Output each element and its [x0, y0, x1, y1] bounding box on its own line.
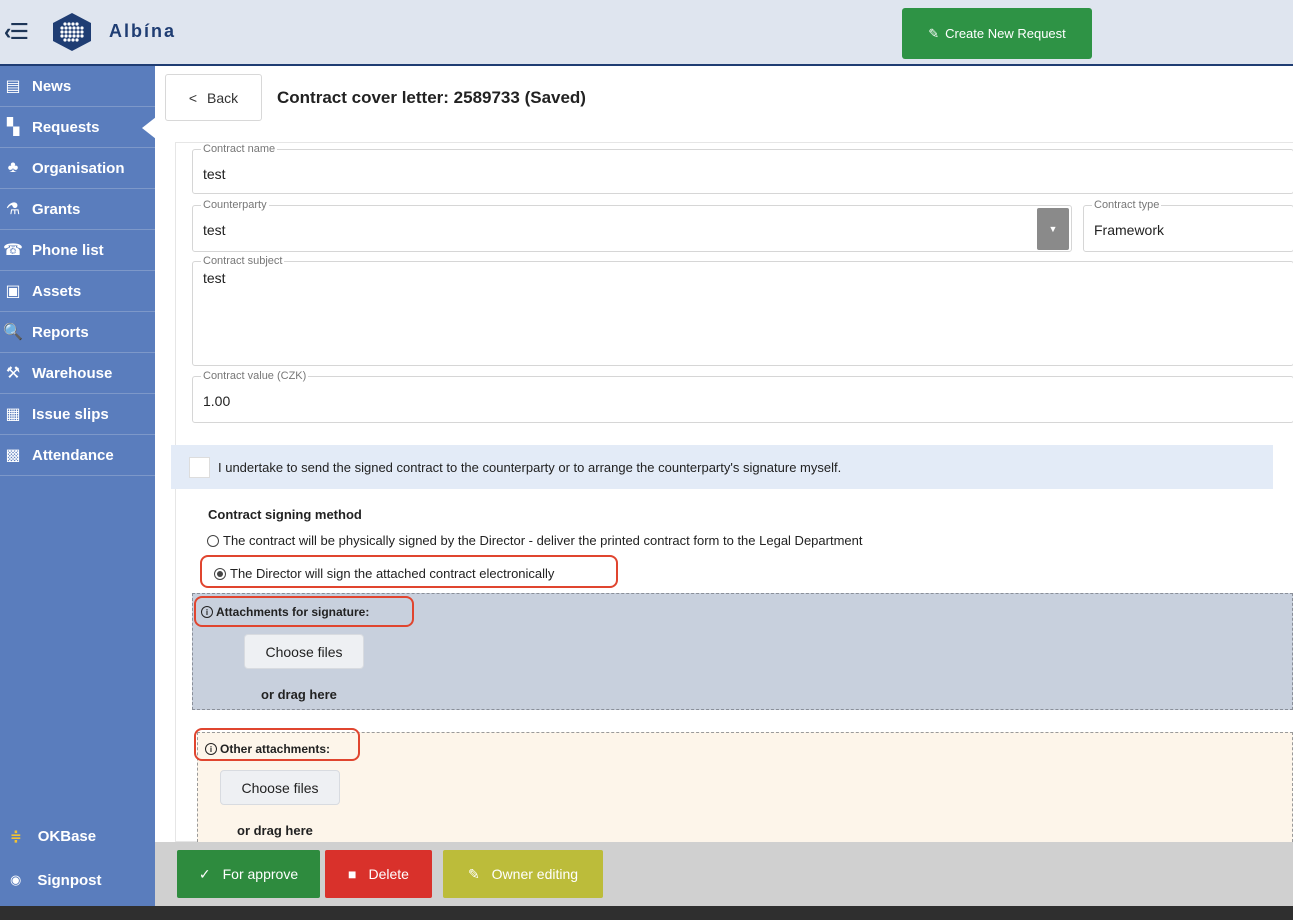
sidebar-item-warehouse[interactable]: ⚒ Warehouse	[0, 353, 155, 394]
briefcase-icon: ▣	[5, 283, 21, 300]
for-approve-label: For approve	[222, 866, 299, 882]
other-drag-hint: or drag here	[237, 823, 313, 838]
sidebar-item-news[interactable]: ▤ News	[0, 66, 155, 107]
requests-icon: ▚	[6, 119, 20, 136]
sidebar-item-label: Issue slips	[32, 405, 109, 423]
sidebar-item-label: Attendance	[32, 446, 114, 464]
sidebar-item-label: Grants	[32, 200, 81, 218]
edit-document-icon: ✎	[928, 25, 940, 41]
sidebar-item-issue-slips[interactable]: ▦ Issue slips	[0, 394, 155, 435]
sidebar-item-grants[interactable]: ⚗ Grants	[0, 189, 155, 230]
undertake-text: I undertake to send the signed contract …	[218, 459, 842, 475]
counterparty-value: test	[203, 222, 226, 238]
sitemap-icon: ♣	[7, 159, 19, 176]
sidebar-item-label: Assets	[32, 282, 82, 300]
signing-option-physical-label: The contract will be physically signed b…	[223, 533, 863, 548]
sidebar-item-signpost[interactable]: ◉ Signpost	[0, 860, 155, 900]
brand-name: Albína	[109, 21, 177, 41]
sidebar-item-label: Phone list	[32, 241, 104, 259]
sidebar-item-label: OKBase	[37, 827, 97, 845]
contract-subject-value: test	[203, 270, 226, 286]
other-attachments-dropzone[interactable]: i Other attachments: Choose files or dra…	[197, 732, 1293, 842]
globe-icon: ◉	[10, 872, 22, 887]
highlight-other-title	[194, 728, 360, 761]
back-label: Back	[207, 89, 239, 106]
main-content: < Back Contract cover letter: 2589733 (S…	[155, 66, 1293, 906]
trash-icon: ■	[348, 866, 357, 882]
phone-icon: ☎	[3, 242, 23, 259]
taskbar	[0, 906, 1293, 920]
highlight-signature-title	[194, 596, 414, 627]
contract-name-field[interactable]: Contract name test	[192, 143, 1293, 194]
sidebar-item-phone-list[interactable]: ☎ Phone list	[0, 230, 155, 271]
delete-button[interactable]: ■ Delete	[325, 850, 432, 898]
for-approve-button[interactable]: ✓ For approve	[177, 850, 320, 898]
calendar-icon: ▩	[5, 447, 21, 464]
highlight-electronic-option	[200, 555, 618, 588]
search-icon: 🔍	[3, 324, 23, 341]
collapse-menu-icon[interactable]: ‹☰	[4, 18, 44, 46]
signing-method-title: Contract signing method	[208, 507, 362, 522]
signing-option-physical[interactable]: The contract will be physically signed b…	[207, 533, 862, 548]
sidebar-item-requests[interactable]: ▚ Requests	[0, 107, 156, 148]
signature-choose-files-button[interactable]: Choose files	[244, 634, 364, 669]
action-bar: ✓ For approve ■ Delete ✎ Owner editing	[155, 842, 1293, 906]
sidebar-nav: ▤ News ▚ Requests ♣ Organisation ⚗ Grants ☎ Phone…	[0, 66, 156, 476]
sidebar-item-assets[interactable]: ▣ Assets	[0, 271, 155, 312]
contract-type-value: Framework	[1094, 222, 1165, 238]
albina-logo	[53, 13, 91, 51]
counterparty-label: Counterparty	[201, 199, 269, 211]
sidebar-item-okbase[interactable]: ≑ OKBase	[0, 816, 155, 856]
sidebar-item-label: Reports	[32, 323, 89, 341]
other-choose-files-button[interactable]: Choose files	[220, 770, 340, 805]
sidebar-item-label: Signpost	[37, 871, 102, 889]
create-new-request-button[interactable]: ✎ Create New Request	[902, 8, 1092, 59]
contract-subject-field[interactable]: Contract subject test	[192, 255, 1293, 366]
contract-name-value: test	[203, 166, 226, 182]
page-title: Contract cover letter: 2589733 (Saved)	[277, 88, 586, 107]
sidebar: ▤ News ▚ Requests ♣ Organisation ⚗ Grants ☎ Phone…	[0, 66, 156, 906]
delete-label: Delete	[368, 866, 409, 882]
radio-physical[interactable]	[207, 534, 219, 547]
flask-icon: ⚗	[5, 201, 21, 218]
contract-value-field[interactable]: Contract value (CZK) 1.00	[192, 370, 1293, 423]
counterparty-dropdown-button[interactable]: ▼	[1037, 208, 1069, 250]
sidebar-item-label: Warehouse	[32, 364, 113, 382]
contract-value-label: Contract value (CZK)	[201, 370, 309, 382]
sidebar-item-label: Organisation	[32, 159, 125, 177]
sidebar-item-label: Requests	[32, 118, 100, 136]
owner-editing-button[interactable]: ✎ Owner editing	[443, 850, 603, 898]
owner-editing-label: Owner editing	[491, 866, 579, 882]
newspaper-icon: ▤	[5, 78, 21, 95]
undertake-checkbox[interactable]	[189, 456, 210, 478]
contract-type-label: Contract type	[1092, 199, 1162, 211]
create-new-request-label: Create New Request	[945, 26, 1066, 41]
signature-drag-hint: or drag here	[261, 687, 337, 702]
sidebar-item-organisation[interactable]: ♣ Organisation	[0, 148, 155, 189]
undertake-row: I undertake to send the signed contract …	[171, 445, 1273, 489]
check-icon: ✓	[198, 865, 211, 882]
back-button[interactable]: < Back	[165, 74, 262, 121]
people-carry-icon: ⚒	[5, 365, 21, 382]
contract-subject-label: Contract subject	[201, 255, 285, 267]
contract-value-value: 1.00	[203, 393, 231, 409]
contract-type-select[interactable]: Contract type Framework	[1083, 199, 1293, 252]
sidebar-item-reports[interactable]: 🔍 Reports	[0, 312, 155, 353]
sidebar-item-attendance[interactable]: ▩ Attendance	[0, 435, 155, 476]
sidebar-item-label: News	[32, 77, 72, 95]
app-header: ‹☰ Albína ✎ Create New Request	[0, 0, 1293, 66]
receipt-icon: ▦	[5, 406, 21, 423]
pencil-icon: ✎	[467, 865, 480, 882]
contract-name-label: Contract name	[201, 143, 278, 155]
counterparty-field[interactable]: Counterparty test ▼	[192, 199, 1072, 252]
chevron-left-icon: <	[188, 89, 198, 106]
okbase-icon: ≑	[10, 827, 22, 844]
